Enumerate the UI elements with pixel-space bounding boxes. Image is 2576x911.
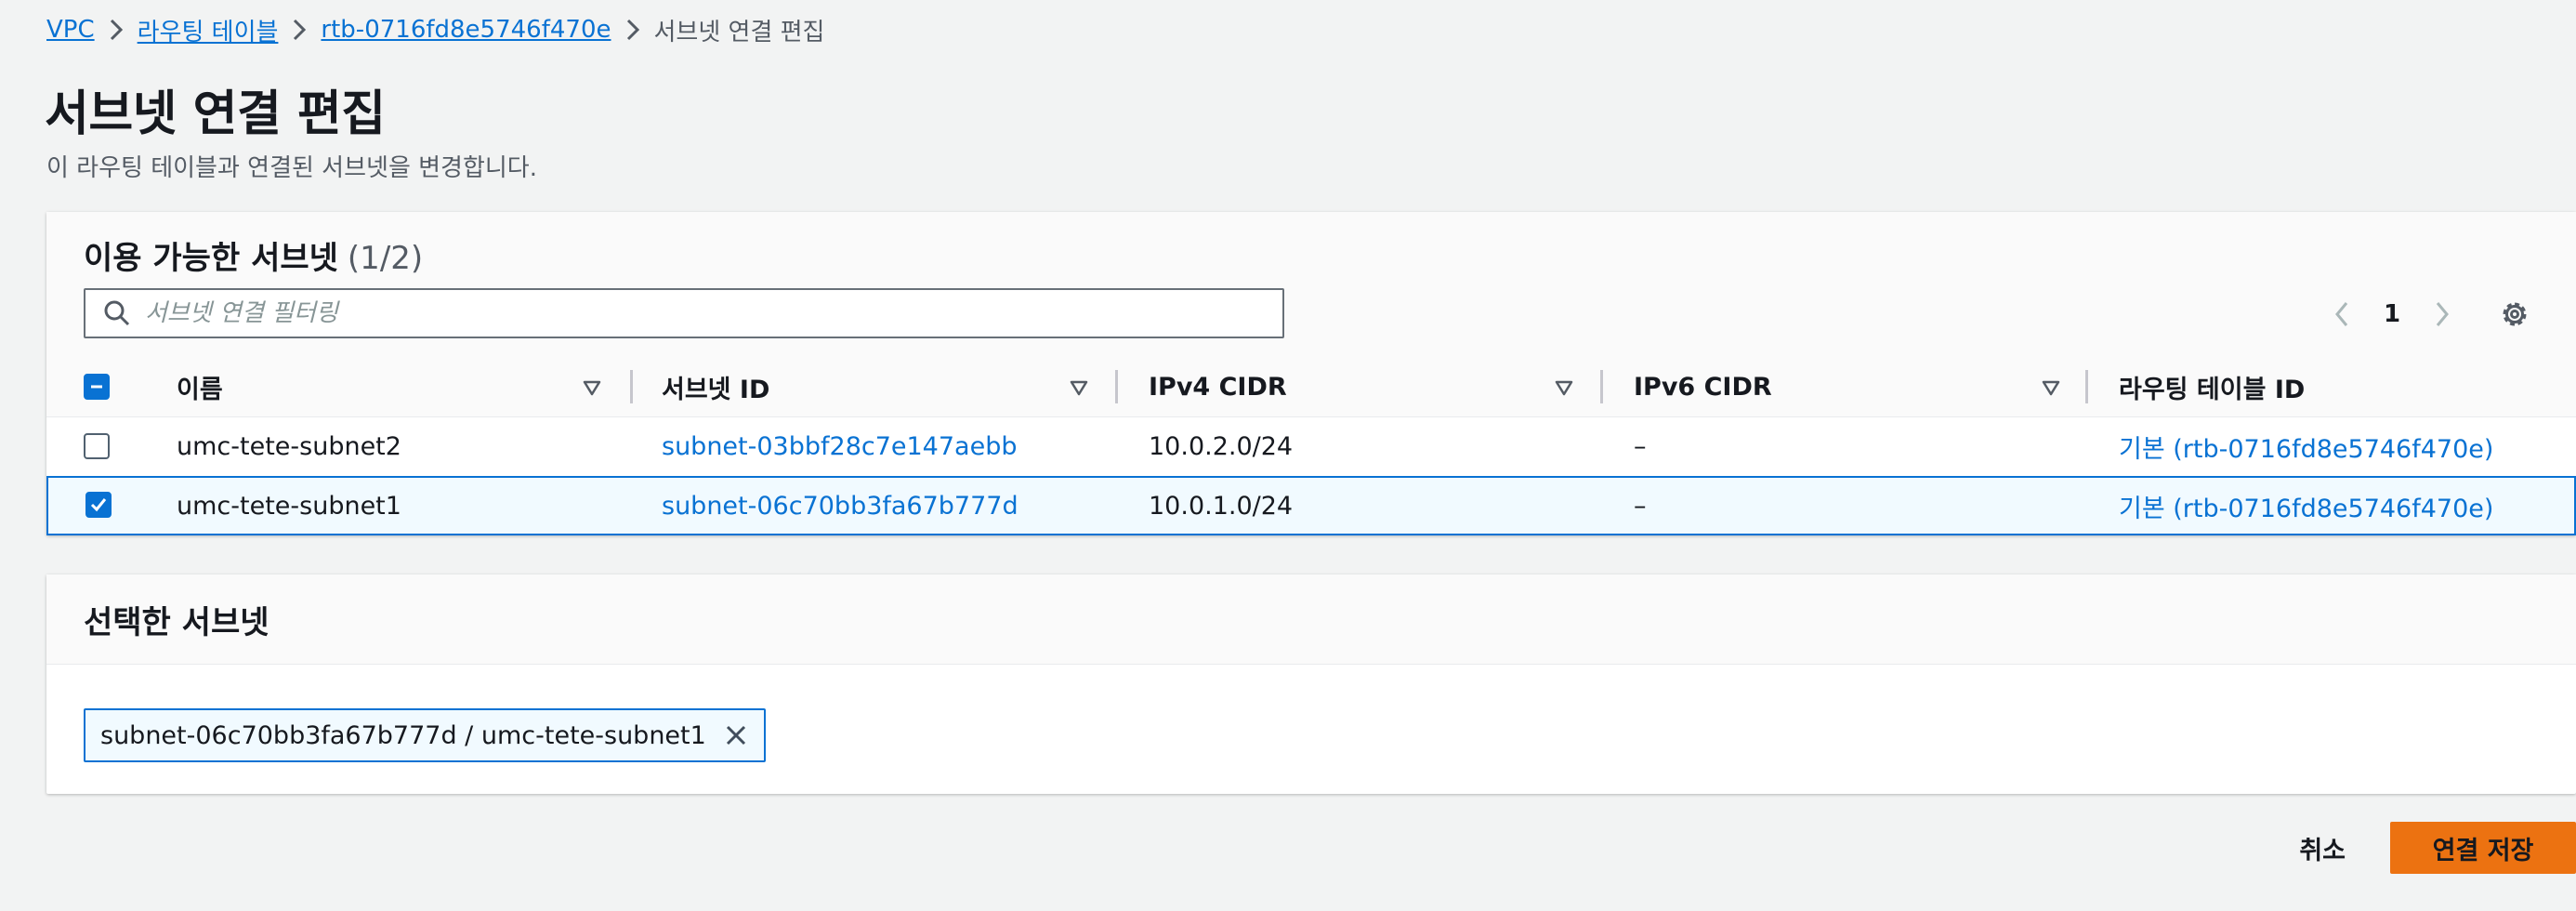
breadcrumb-link-vpc[interactable]: VPC [46,16,95,44]
select-all-checkbox[interactable] [84,374,110,400]
table-row[interactable]: umc-tete-subnet2 subnet-03bbf28c7e147aeb… [46,417,2576,477]
selected-subnets-panel: 선택한 서브넷 subnet-06c70bb3fa67b777d / umc-t… [46,574,2576,794]
breadcrumb-current: 서브넷 연결 편집 [653,18,825,46]
column-header-name[interactable]: 이름 [177,357,223,416]
available-subnets-heading: 이용 가능한 서브넷 [84,240,338,277]
cell-ipv4: 10.0.2.0/24 [1149,432,1294,461]
check-icon [90,498,107,512]
column-label-route-table: 라우팅 테이블 ID [2119,375,2306,404]
chevron-right-icon [611,11,654,48]
column-label-ipv4: IPv4 CIDR [1149,372,1287,402]
minus-icon [91,385,102,389]
form-actions: 취소 연결 저장 [2275,822,2576,874]
sort-caret-icon[interactable] [582,377,602,398]
selected-subnets-title: 선택한 서브넷 [84,604,269,641]
cell-name: umc-tete-subnet2 [177,432,401,461]
chevron-right-icon[interactable] [2422,294,2463,335]
column-divider[interactable] [630,370,633,403]
available-subnets-panel: 이용 가능한 서브넷(1/2) 1 이름 서브넷 I [46,212,2576,535]
cell-subnet-id-link[interactable]: subnet-03bbf28c7e147aebb [662,417,1017,476]
cell-route-table-link[interactable]: 기본 (rtb-0716fd8e5746f470e) [2119,417,2493,476]
cell-ipv6: – [1634,432,1647,461]
sort-caret-icon[interactable] [1069,377,1089,398]
panel-header [46,574,2576,665]
cell-route-table-link[interactable]: 기본 (rtb-0716fd8e5746f470e) [2119,478,2493,534]
column-header-route-table[interactable]: 라우팅 테이블 ID [2119,357,2305,416]
page-title: 서브넷 연결 편집 [45,86,386,142]
breadcrumb: VPC 라우팅 테이블 rtb-0716fd8e5746f470e 서브넷 연결… [46,11,824,48]
subnet-filter [84,288,1284,338]
column-label-ipv6: IPv6 CIDR [1634,372,1772,402]
sort-caret-icon[interactable] [1554,377,1574,398]
column-header-ipv4[interactable]: IPv4 CIDR [1149,357,1287,416]
token-label: subnet-06c70bb3fa67b777d / umc-tete-subn… [100,720,706,750]
cell-subnet-id-link[interactable]: subnet-06c70bb3fa67b777d [662,478,1019,534]
cell-ipv4: 10.0.1.0/24 [1149,491,1294,521]
pagination: 1 [2321,294,2463,335]
close-icon[interactable] [717,717,755,754]
available-subnets-title: 이용 가능한 서브넷 (1/2) [84,232,423,278]
column-label-name: 이름 [177,375,223,404]
page-number[interactable]: 1 [2362,300,2422,328]
breadcrumb-link-route-tables[interactable]: 라우팅 테이블 [138,13,279,47]
column-divider[interactable] [1600,370,1603,403]
column-label-subnet-id: 서브넷 ID [662,375,770,404]
table-row[interactable]: umc-tete-subnet1 subnet-06c70bb3fa67b777… [46,476,2576,535]
column-header-ipv6[interactable]: IPv6 CIDR [1634,357,1772,416]
selected-subnet-token: subnet-06c70bb3fa67b777d / umc-tete-subn… [84,708,766,762]
search-icon [100,297,134,330]
chevron-right-icon [95,11,138,48]
subnets-table: 이름 서브넷 ID IPv4 CIDR IPv6 CIDR 라우팅 테이블 ID… [46,357,2576,535]
row-checkbox[interactable] [85,492,112,518]
breadcrumb-link-route-table-id[interactable]: rtb-0716fd8e5746f470e [321,16,611,44]
table-header: 이름 서브넷 ID IPv4 CIDR IPv6 CIDR 라우팅 테이블 ID [46,357,2576,417]
cancel-button[interactable]: 취소 [2275,822,2370,874]
sort-caret-icon[interactable] [2041,377,2061,398]
chevron-left-icon[interactable] [2321,294,2362,335]
search-input[interactable] [143,298,1282,328]
chevron-right-icon [278,11,321,48]
column-divider[interactable] [2085,370,2088,403]
row-checkbox[interactable] [84,433,110,459]
cell-name: umc-tete-subnet1 [177,491,401,521]
gear-icon[interactable] [2494,294,2535,335]
column-header-subnet-id[interactable]: 서브넷 ID [662,357,769,416]
selection-count: (1/2) [347,240,424,277]
column-divider[interactable] [1115,370,1118,403]
save-associations-button[interactable]: 연결 저장 [2390,822,2576,874]
cell-ipv6: – [1634,491,1647,521]
page-description: 이 라우팅 테이블과 연결된 서브넷을 변경합니다. [46,154,537,182]
